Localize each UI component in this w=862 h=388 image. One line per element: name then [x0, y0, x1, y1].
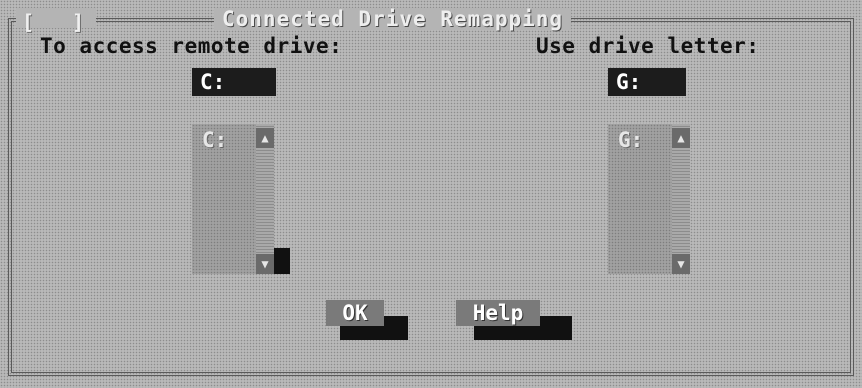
system-menu-bracket-left: [	[22, 10, 35, 34]
system-menu-bracket-right: ]	[72, 10, 85, 34]
drive-letter-listbox[interactable]: G:	[608, 124, 672, 274]
drive-letter-list[interactable]: G: ▲ ▼	[608, 124, 708, 274]
list-item[interactable]: G:	[618, 128, 643, 152]
title-bar: [ ] Connected Drive Remapping	[0, 8, 862, 34]
drive-letter-scrollbar[interactable]: ▲ ▼	[672, 124, 690, 274]
remote-drive-label: To access remote drive:	[40, 34, 343, 58]
remote-drive-field[interactable]: C:	[192, 68, 276, 96]
drive-letter-field[interactable]: G:	[608, 68, 686, 96]
arrow-down-icon[interactable]: ▼	[256, 254, 274, 274]
drive-letter-label: Use drive letter:	[536, 34, 760, 58]
dialog-title: Connected Drive Remapping	[214, 8, 572, 30]
arrow-down-icon[interactable]: ▼	[672, 254, 690, 274]
arrow-up-icon[interactable]: ▲	[256, 128, 274, 148]
dialog-frame	[8, 18, 854, 376]
remote-drive-list[interactable]: C: ▲ ▼	[192, 124, 292, 274]
connected-drive-remapping-dialog: [ ] Connected Drive Remapping To access …	[0, 0, 862, 388]
system-menu-box[interactable]: [ ]	[16, 8, 96, 34]
ok-button-face[interactable]: OK	[326, 300, 384, 326]
remote-drive-listbox[interactable]: C:	[192, 124, 256, 274]
help-button[interactable]: Help	[456, 300, 576, 340]
list-item[interactable]: C:	[202, 128, 227, 152]
arrow-up-icon[interactable]: ▲	[672, 128, 690, 148]
help-button-face[interactable]: Help	[456, 300, 540, 326]
remote-drive-scrollbar[interactable]: ▲ ▼	[256, 124, 274, 274]
scrollbar-shadow	[274, 248, 290, 274]
ok-button[interactable]: OK	[326, 300, 410, 340]
